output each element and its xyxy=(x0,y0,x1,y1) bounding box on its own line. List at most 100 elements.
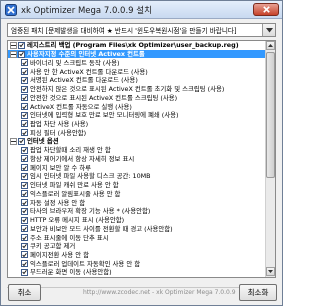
tree-item-row[interactable]: 부드러운 화면 이동 (사용안함) xyxy=(8,268,266,277)
item-checkbox[interactable] xyxy=(21,172,28,180)
footer-url: http://www.zcodec.net - xk Optimizer Meg… xyxy=(83,289,236,296)
app-icon xyxy=(5,3,17,16)
tree-item-row[interactable]: 보안과 비보안 모드 사이를 전환할 때 경고 (사용안함) xyxy=(8,224,266,233)
item-label: ActiveX 컨트롤 자동으로 실행 (사용) xyxy=(30,102,132,111)
collapse-icon[interactable] xyxy=(10,137,17,145)
item-checkbox[interactable] xyxy=(21,94,28,102)
tree-item-row[interactable]: 임시 인터넷 파일 사용할 디스크 공간: 10MB xyxy=(8,172,266,181)
tree-item-row[interactable]: 자동 설정 사용 안 함 xyxy=(8,198,266,207)
item-checkbox[interactable] xyxy=(21,103,28,110)
item-checkbox[interactable] xyxy=(21,216,28,224)
check-icon xyxy=(19,139,24,144)
item-checkbox[interactable] xyxy=(21,268,28,276)
footer-divider xyxy=(7,287,276,288)
item-checkbox[interactable] xyxy=(21,207,28,215)
tree-item-row[interactable]: HTTP 오류 메시지 표시 (사용안함) xyxy=(8,216,266,225)
tree-group-row[interactable]: 인터넷 옵션 xyxy=(8,137,266,146)
item-checkbox[interactable] xyxy=(21,251,28,259)
item-checkbox[interactable] xyxy=(21,129,28,137)
item-checkbox[interactable] xyxy=(21,260,28,268)
item-label: 익스플로러 알림표시줄 사용 안 함 xyxy=(30,189,121,198)
tree-item-row[interactable]: 주소 표시줄에 이동 단추 표시 xyxy=(8,233,266,242)
item-checkbox[interactable] xyxy=(21,164,28,172)
tree-item-row[interactable]: 항상 제어기에서 항상 자세히 정보 표시 xyxy=(8,155,266,164)
item-label: 쿠키 공고함 제거 xyxy=(30,242,76,251)
tree-item-row[interactable]: ActiveX 컨트롤 자동으로 실행 (사용) xyxy=(8,102,266,111)
check-icon xyxy=(22,191,27,197)
item-label: 페이지 보안 알 수 하루 xyxy=(30,163,92,172)
patch-type-select[interactable]: 엄중된 패치 [문제발생을 대비하여 ★ 반드시 '윈도우복원시점'을 만들기 … xyxy=(7,23,276,37)
scroll-up-button[interactable] xyxy=(266,41,275,50)
item-checkbox[interactable] xyxy=(21,59,28,67)
tree-item-row[interactable]: 익스플로러 업데이트 자동확인 사용 안 함 xyxy=(8,259,266,268)
item-checkbox[interactable] xyxy=(21,234,28,242)
item-label: 인터넷에 입력형 보호 만료 보안 모니터링에 폐쇄 (사용) xyxy=(30,111,179,120)
check-icon xyxy=(19,43,24,48)
item-checkbox[interactable] xyxy=(21,190,28,198)
item-checkbox[interactable] xyxy=(18,137,25,145)
chevron-down-icon xyxy=(268,270,273,273)
check-icon xyxy=(22,78,27,83)
item-label: 안전한 것으로 표시된 ActiveX 컨트롤 스크립팅 (사용) xyxy=(30,93,178,102)
item-checkbox[interactable] xyxy=(21,181,28,189)
item-label: 익스플로러 업데이트 자동확인 사용 안 함 xyxy=(30,259,141,268)
item-checkbox[interactable] xyxy=(21,155,28,163)
tree-group-row[interactable]: 사용자지정 수준의 인터넷 Activex 컨트롤 xyxy=(8,49,266,59)
scrollbar-thumb[interactable] xyxy=(266,52,275,178)
tree-item-row[interactable]: 피싱 필터 (사용안함) xyxy=(8,128,266,137)
item-label: 안전하지 않은 것으로 표시된 ActiveX 컨트롤 초기화 및 스크립팅 (… xyxy=(30,85,225,94)
check-icon xyxy=(22,86,27,92)
vertical-scrollbar[interactable] xyxy=(265,41,275,277)
item-checkbox[interactable] xyxy=(21,225,28,233)
tree-item-row[interactable]: 익스플로러 알림표시줄 사용 안 함 xyxy=(8,189,266,198)
tree-item-row[interactable]: 페이지전환 사용 안 함 xyxy=(8,251,266,260)
item-checkbox[interactable] xyxy=(21,68,28,76)
tree-item-row[interactable]: 페이지 보안 알 수 하루 xyxy=(8,163,266,172)
item-checkbox[interactable] xyxy=(18,41,25,49)
item-checkbox[interactable] xyxy=(21,199,28,207)
item-label: 피싱 필터 (사용안함) xyxy=(30,128,87,137)
tree-item-row[interactable]: 바이너리 및 스크립트 동작 (사용) xyxy=(8,58,266,67)
item-checkbox[interactable] xyxy=(21,146,28,154)
tree-item-row[interactable]: 사용 안 한 ActiveX 컨트롤 다운로드 (사용) xyxy=(8,67,266,76)
cancel-button[interactable]: 취소 xyxy=(8,284,41,301)
dropdown-arrow-button[interactable] xyxy=(262,24,275,36)
item-checkbox[interactable] xyxy=(21,111,28,119)
collapse-icon[interactable] xyxy=(10,50,17,58)
tree-item-row[interactable]: 인터넷 파일 캐쉬 만료 사용 안 함 xyxy=(8,181,266,190)
title-bar[interactable]: xk Optimizer Mega 7.0.0.9 설치 xyxy=(1,1,282,19)
check-icon xyxy=(22,200,27,205)
item-label: 임시 인터넷 파일 사용할 디스크 공간: 10MB xyxy=(30,172,151,181)
tree-item-row[interactable]: 타사의 브라우저 확장 기능 사용 * (사용안함) xyxy=(8,207,266,216)
check-icon xyxy=(22,156,27,162)
scroll-down-button[interactable] xyxy=(266,267,275,276)
item-label: 페이지전환 사용 안 함 xyxy=(30,250,90,259)
minimize-button[interactable]: 최소화 xyxy=(239,284,277,301)
tree-item-row[interactable]: 쿠키 공고함 제거 xyxy=(8,242,266,251)
tree-item-row[interactable]: 팝업 차단 사용 (사용) xyxy=(8,120,266,129)
item-checkbox[interactable] xyxy=(21,76,28,84)
tree-item-row[interactable]: 서명된 ActiveX 컨트롤 다운로드 (사용) xyxy=(8,76,266,85)
check-icon xyxy=(22,113,27,118)
group-label: 레지스트리 백업 (Program Files\xk Optimizer\use… xyxy=(27,41,239,50)
item-label: 보안과 비보안 모드 사이를 전환할 때 경고 (사용안함) xyxy=(30,224,173,233)
installer-window: xk Optimizer Mega 7.0.0.9 설치 엄중된 패치 [문제발… xyxy=(0,0,283,306)
tree-item-row[interactable]: 팝업 차단할때 소리 재생 안 함 xyxy=(8,146,266,155)
item-checkbox[interactable] xyxy=(21,120,28,128)
tree-item-row[interactable]: 인터넷에 입력형 보호 만료 보안 모니터링에 폐쇄 (사용) xyxy=(8,111,266,120)
item-label: 타사의 브라우저 확장 기능 사용 * (사용안함) xyxy=(30,207,151,216)
item-checkbox[interactable] xyxy=(21,242,28,250)
close-button[interactable] xyxy=(253,3,279,16)
check-icon xyxy=(22,130,27,135)
item-label: 사용 안 한 ActiveX 컨트롤 다운로드 (사용) xyxy=(30,67,148,76)
item-label: 바이너리 및 스크립트 동작 (사용) xyxy=(30,58,120,67)
item-checkbox[interactable] xyxy=(21,85,28,93)
tree-group-row[interactable]: 레지스트리 백업 (Program Files\xk Optimizer\use… xyxy=(8,41,266,50)
item-label: 항상 제어기에서 항상 자세히 정보 표시 xyxy=(30,154,135,163)
tree-item-row[interactable]: 안전하지 않은 것으로 표시된 ActiveX 컨트롤 초기화 및 스크립팅 (… xyxy=(8,85,266,94)
item-checkbox[interactable] xyxy=(18,50,25,58)
item-label: 주소 표시줄에 이동 단추 표시 xyxy=(30,233,109,242)
group-label: 사용자지정 수준의 인터넷 Activex 컨트롤 xyxy=(27,50,145,59)
collapse-icon[interactable] xyxy=(10,41,17,49)
tree-item-row[interactable]: 안전한 것으로 표시된 ActiveX 컨트롤 스크립팅 (사용) xyxy=(8,93,266,102)
